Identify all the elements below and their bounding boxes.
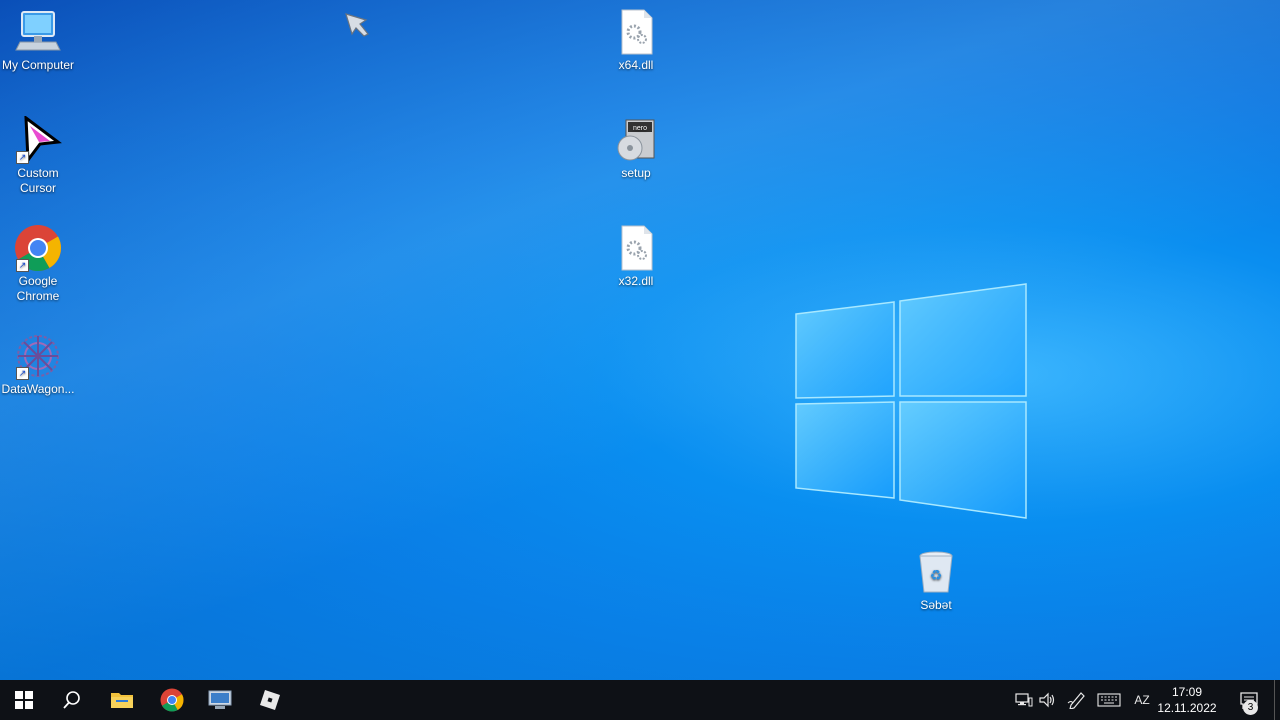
wallpaper-light-beam-lower xyxy=(0,0,1280,680)
desktop: My Computer ↗ Custom Cursor ↗ Google Chr xyxy=(0,0,1280,680)
clock-time: 17:09 xyxy=(1171,685,1203,699)
chrome-icon xyxy=(160,688,184,712)
chrome-icon: ↗ xyxy=(14,224,62,272)
desktop-icon-label: Custom Cursor xyxy=(17,166,59,195)
desktop-icon-label: setup xyxy=(621,166,651,180)
taskbar-clock[interactable]: 17:09 12.11.2022 xyxy=(1152,684,1222,716)
desktop-icon-label: My Computer xyxy=(1,58,75,72)
network-tray-button[interactable] xyxy=(1012,680,1036,720)
desktop-icon-label: Səbət xyxy=(920,598,952,612)
file-explorer-icon xyxy=(111,693,133,708)
windows-wallpaper-logo xyxy=(795,283,1027,519)
volume-icon xyxy=(1039,692,1055,708)
desktop-icon-setup[interactable]: nero setup xyxy=(598,116,674,181)
desktop-icon-custom-cursor[interactable]: ↗ Custom Cursor xyxy=(0,114,76,196)
dll-icon xyxy=(612,224,660,272)
desktop-icon-datawagon[interactable]: ↗ DataWagon... xyxy=(0,332,76,397)
desktop-icon-label: DataWagon... xyxy=(1,382,75,396)
svg-text:♻: ♻ xyxy=(930,568,943,584)
show-desktop-button[interactable] xyxy=(1274,680,1280,720)
recycle-bin-icon: ♻ xyxy=(912,548,960,596)
network-icon xyxy=(1015,693,1033,707)
volume-tray-button[interactable] xyxy=(1036,680,1060,720)
nero-setup-icon: nero xyxy=(612,116,660,164)
datawagon-icon: ↗ xyxy=(14,332,62,380)
start-button[interactable] xyxy=(0,680,48,720)
touch-keyboard-button[interactable] xyxy=(1094,680,1124,720)
desktop-icon-x64-dll[interactable]: x64.dll xyxy=(598,8,674,73)
taskbar-roblox[interactable] xyxy=(246,680,294,720)
svg-text:nero: nero xyxy=(633,125,647,132)
roblox-icon xyxy=(260,690,280,710)
shortcut-arrow-icon: ↗ xyxy=(16,151,29,164)
desktop-icon-my-computer[interactable]: My Computer xyxy=(0,8,76,73)
desktop-icon-x32-dll[interactable]: x32.dll xyxy=(598,224,674,289)
input-language-label: AZ xyxy=(1134,693,1150,707)
dll-icon xyxy=(612,8,660,56)
taskbar-google-chrome[interactable] xyxy=(148,680,196,720)
taskbar-remote-desktop[interactable] xyxy=(196,680,244,720)
computer-icon xyxy=(14,8,62,56)
notification-count-badge: 3 xyxy=(1243,700,1258,715)
desktop-icon-label: x32.dll xyxy=(618,274,654,288)
windows-start-icon xyxy=(15,691,33,709)
pen-icon xyxy=(1067,692,1085,709)
desktop-icon-label: x64.dll xyxy=(618,58,654,72)
desktop-icon-google-chrome[interactable]: ↗ Google Chrome xyxy=(0,224,76,304)
desktop-icon-recycle-bin[interactable]: ♻ Səbət xyxy=(898,548,974,613)
taskbar: AZ 17:09 12.11.2022 3 xyxy=(0,680,1280,720)
remote-desktop-icon xyxy=(208,690,232,709)
cursor-icon: ↗ xyxy=(14,114,62,165)
search-button[interactable] xyxy=(48,680,96,720)
keyboard-icon xyxy=(1097,693,1121,707)
shortcut-arrow-icon: ↗ xyxy=(16,259,29,272)
desktop-icon-label: Google Chrome xyxy=(16,274,60,303)
shortcut-arrow-icon: ↗ xyxy=(16,367,29,380)
mouse-pointer-icon xyxy=(345,13,369,37)
taskbar-file-explorer[interactable] xyxy=(98,680,146,720)
pen-workspace-button[interactable] xyxy=(1064,680,1090,720)
clock-date: 12.11.2022 xyxy=(1157,701,1217,715)
search-icon xyxy=(63,691,80,709)
